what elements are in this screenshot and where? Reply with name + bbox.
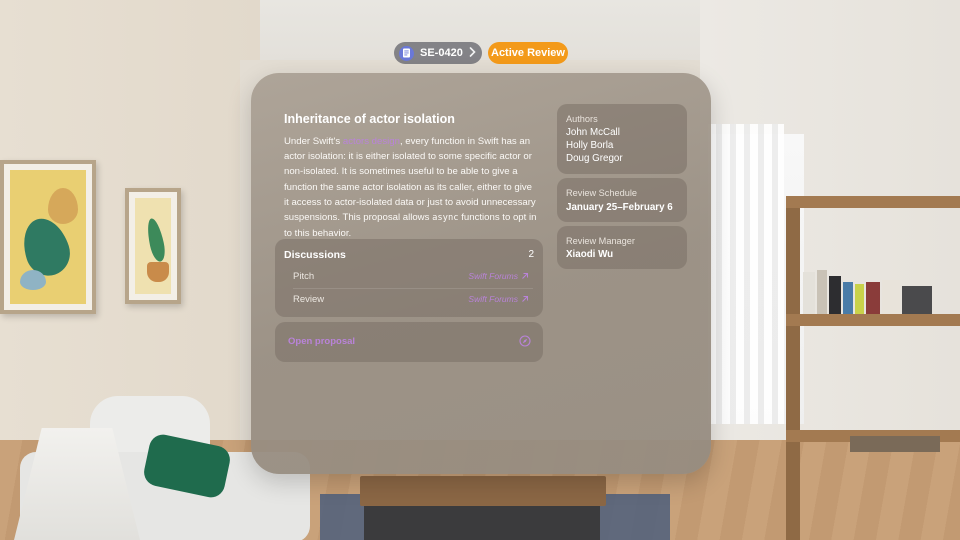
open-proposal-label: Open proposal <box>288 336 356 347</box>
review-manager-card: Review Manager Xiaodi Wu <box>557 226 687 269</box>
book <box>829 276 841 314</box>
wall-art-right <box>125 188 181 304</box>
book <box>843 282 853 314</box>
review-manager-value: Xiaodi Wu <box>566 249 614 260</box>
proposal-description: Under Swift's actors design, every funct… <box>284 136 537 240</box>
actors-design-link[interactable]: actors design <box>343 136 400 147</box>
shelf-board <box>786 196 960 208</box>
open-proposal-button[interactable]: Open proposal <box>275 322 543 362</box>
review-schedule-value: January 25–February 6 <box>566 202 673 213</box>
discussion-row-review[interactable]: Review Swift Forums <box>293 292 529 306</box>
proposal-id: SE-0420 <box>420 47 463 59</box>
proposal-title: Inheritance of actor isolation <box>284 112 455 126</box>
arrow-up-right-icon <box>522 296 528 302</box>
proposal-id-pill[interactable]: SE-0420 <box>394 42 482 64</box>
author-name: John McCall <box>566 127 620 138</box>
compass-icon <box>519 335 531 347</box>
author-name: Holly Borla <box>566 140 614 151</box>
discussions-count: 2 <box>528 249 534 260</box>
wall-art-left <box>0 160 96 314</box>
book <box>803 272 815 314</box>
shelf-post <box>786 206 800 540</box>
authors-card: Authors John McCall Holly Borla Doug Gre… <box>557 104 687 174</box>
divider <box>293 288 533 289</box>
shelf-board <box>786 314 960 326</box>
authors-list: John McCall Holly Borla Doug Gregor <box>566 126 623 165</box>
discussions-title: Discussions <box>284 249 346 261</box>
window-ornaments: SE-0420 Active Review <box>0 42 960 66</box>
book <box>902 286 932 314</box>
discussion-link[interactable]: Swift Forums <box>468 294 529 304</box>
status-badge: Active Review <box>488 42 568 64</box>
author-name: Doug Gregor <box>566 153 623 164</box>
document-icon <box>399 45 414 61</box>
book <box>866 282 880 314</box>
coffee-table <box>360 476 606 506</box>
curtain <box>708 124 784 424</box>
book <box>882 280 900 314</box>
chevron-right-icon <box>469 46 476 60</box>
discussion-label: Pitch <box>293 270 315 282</box>
authors-label: Authors <box>566 114 598 124</box>
discussion-label: Review <box>293 293 325 305</box>
discussion-row-pitch[interactable]: Pitch Swift Forums <box>293 269 529 283</box>
proposal-window: Inheritance of actor isolation Under Swi… <box>251 73 711 474</box>
arrow-up-right-icon <box>522 273 528 279</box>
book <box>850 436 940 452</box>
review-manager-label: Review Manager <box>566 236 635 246</box>
book <box>855 284 864 314</box>
discussions-card: Discussions 2 Pitch Swift Forums Review … <box>275 239 543 317</box>
coffee-table-base <box>364 506 600 540</box>
review-schedule-label: Review Schedule <box>566 188 637 198</box>
code-async: async <box>432 213 459 224</box>
review-schedule-card: Review Schedule January 25–February 6 <box>557 178 687 222</box>
book <box>817 270 827 314</box>
discussion-link[interactable]: Swift Forums <box>468 271 529 281</box>
